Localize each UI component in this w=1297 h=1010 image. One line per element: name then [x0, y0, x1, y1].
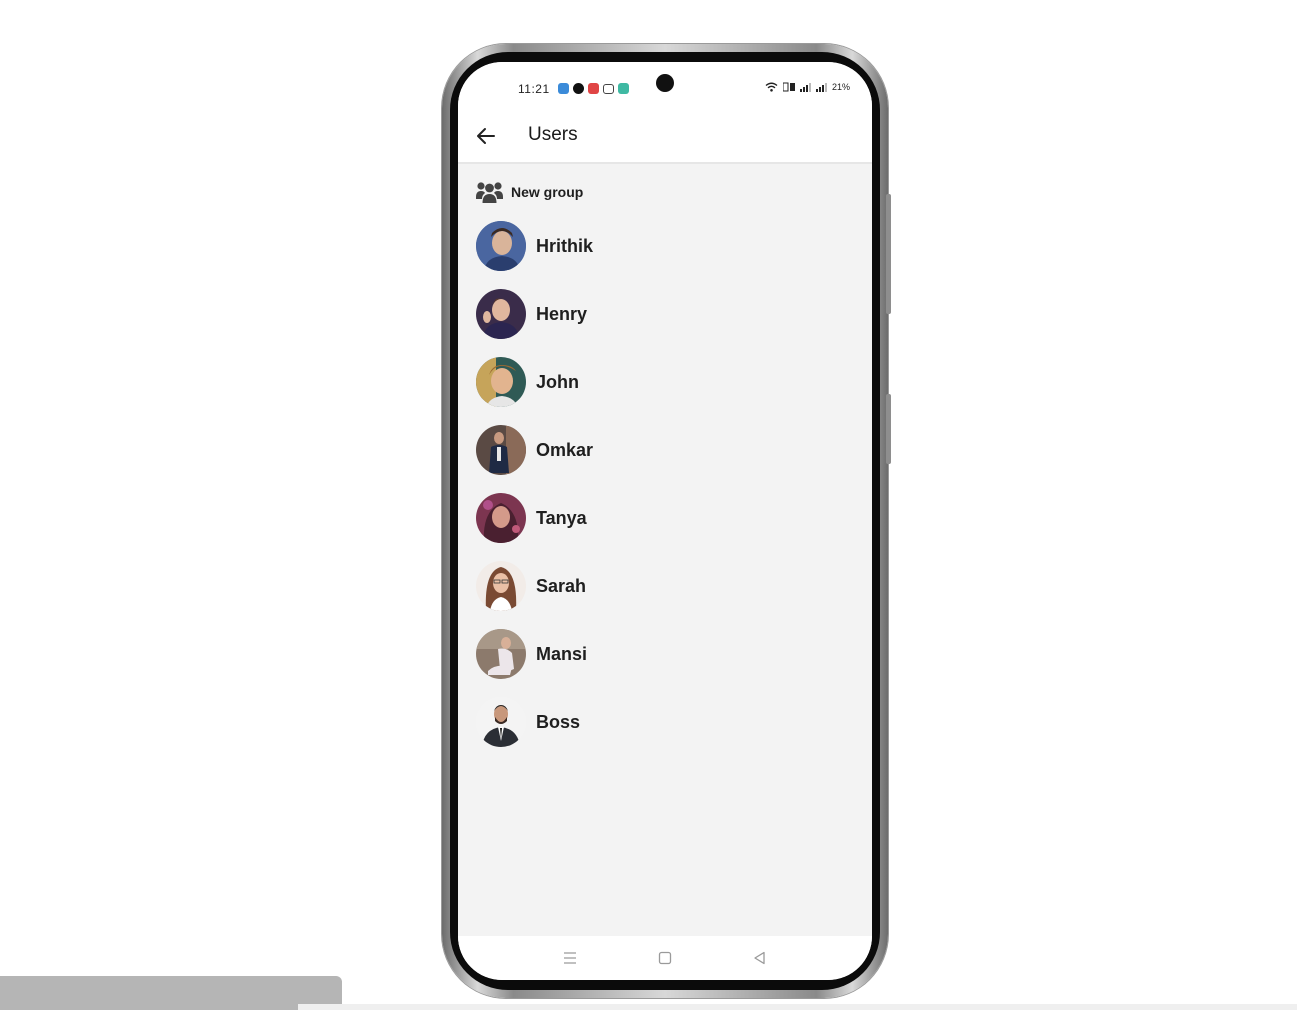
signal-icon-1 — [799, 82, 811, 92]
phone-frame: 11:21 21% Users New group Hrithik Henry … — [442, 44, 891, 998]
person-photo-icon — [476, 629, 526, 679]
new-group-button[interactable]: New group — [476, 180, 583, 204]
list-item-user[interactable]: Mansi — [476, 628, 856, 680]
phone-screen: 11:21 21% Users New group Hrithik Henry … — [458, 62, 872, 980]
user-name: John — [536, 371, 579, 392]
volume-button — [886, 194, 891, 314]
avatar — [476, 629, 526, 679]
user-name: Henry — [536, 303, 588, 324]
app-bar: Users — [458, 112, 872, 164]
notification-icon-3 — [588, 83, 599, 94]
user-name: Sarah — [536, 575, 587, 596]
person-photo-icon — [476, 221, 526, 271]
user-name: Hrithik — [536, 235, 594, 256]
stage: 11:21 21% Users New group Hrithik Henry … — [0, 0, 1297, 1010]
avatar — [476, 561, 526, 611]
avatar — [476, 493, 526, 543]
person-photo-icon — [476, 289, 526, 339]
status-indicators: 21% — [765, 82, 850, 92]
person-photo-icon — [476, 561, 526, 611]
notification-icons — [558, 83, 629, 94]
person-photo-icon — [476, 697, 526, 747]
user-name: Omkar — [536, 439, 594, 460]
triangle-back-icon[interactable] — [752, 950, 768, 966]
person-photo-icon — [476, 425, 526, 475]
list-item-user[interactable]: Omkar — [476, 424, 856, 476]
person-photo-icon — [476, 357, 526, 407]
list-item-user[interactable]: Sarah — [476, 560, 856, 612]
avatar — [476, 697, 526, 747]
avatar — [476, 289, 526, 339]
page-title: Users — [528, 124, 578, 145]
power-button — [886, 394, 891, 464]
user-name: Tanya — [536, 507, 587, 528]
list-item-user[interactable]: Hrithik — [476, 220, 856, 272]
users-group-icon — [476, 182, 503, 203]
battery-percent: 21% — [831, 82, 850, 92]
list-item-user[interactable]: Tanya — [476, 492, 856, 544]
new-group-label: New group — [511, 184, 584, 200]
user-name: Mansi — [536, 643, 588, 664]
notification-icon-1 — [558, 83, 569, 94]
notification-icon-2 — [573, 83, 584, 94]
avatar — [476, 425, 526, 475]
taskbar-strip — [0, 976, 342, 1010]
signal-icon-2 — [815, 82, 827, 92]
avatar — [476, 357, 526, 407]
front-camera — [656, 74, 674, 92]
volte-icon — [782, 82, 795, 92]
status-bar: 11:21 21% — [458, 62, 872, 112]
list-item-user[interactable]: Henry — [476, 288, 856, 340]
square-home-icon[interactable] — [657, 950, 673, 966]
menu-lines-icon[interactable] — [562, 950, 578, 966]
user-name: Boss — [536, 711, 581, 732]
list-item-user[interactable]: Boss — [476, 696, 856, 748]
avatar — [476, 221, 526, 271]
status-time: 11:21 — [518, 82, 550, 96]
notification-icon-4 — [603, 84, 614, 94]
bottom-divider — [298, 1004, 1297, 1010]
wifi-icon — [765, 82, 778, 92]
list-item-user[interactable]: John — [476, 356, 856, 408]
arrow-left-icon[interactable] — [474, 124, 498, 148]
system-nav-bar — [458, 936, 872, 980]
notification-icon-5 — [618, 83, 629, 94]
person-photo-icon — [476, 493, 526, 543]
